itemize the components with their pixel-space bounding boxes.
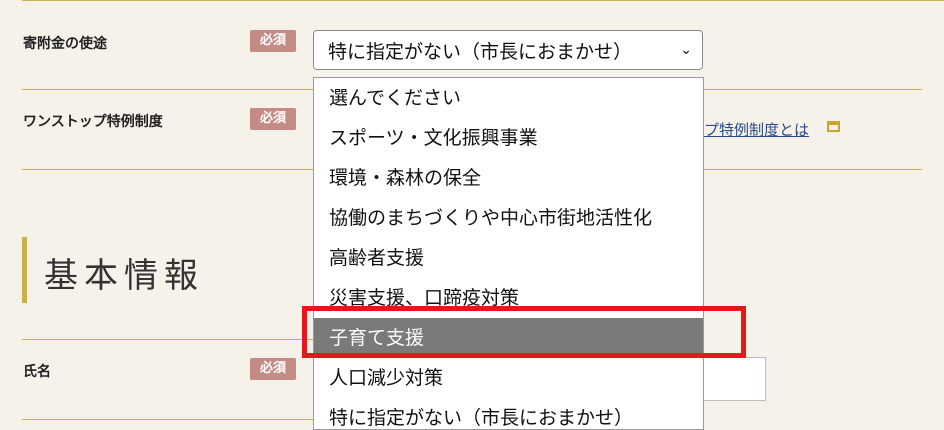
required-badge: 必須 xyxy=(250,30,296,52)
name-label: 氏名 xyxy=(23,364,51,380)
divider xyxy=(22,89,313,90)
dropdown-option[interactable]: 環境・森林の保全 xyxy=(314,158,703,198)
dropdown-option[interactable]: 選んでください xyxy=(314,78,703,118)
section-accent-bar xyxy=(22,237,27,303)
divider xyxy=(22,169,313,170)
required-badge: 必須 xyxy=(250,108,296,130)
usage-label: 寄附金の使途 xyxy=(23,36,107,52)
dropdown-option[interactable]: 高齢者支援 xyxy=(314,238,703,278)
onestop-label: ワンストップ特例制度 xyxy=(23,114,163,130)
section-title: 基本情報 xyxy=(44,256,204,296)
external-window-icon[interactable] xyxy=(827,121,840,132)
usage-select-value: 特に指定がない（市長におまかせ） xyxy=(328,40,633,63)
dropdown-option[interactable]: 人口減少対策 xyxy=(314,358,703,398)
annotation-highlight-box xyxy=(302,306,746,358)
divider xyxy=(22,419,313,420)
chevron-down-icon: ⌄ xyxy=(680,42,692,58)
dropdown-option[interactable]: スポーツ・文化振興事業 xyxy=(314,118,703,158)
divider xyxy=(704,89,922,90)
onestop-info-link[interactable]: プ特例制度とは xyxy=(704,119,809,140)
divider xyxy=(22,0,944,1)
dropdown-option[interactable]: 特に指定がない（市長におまかせ） xyxy=(314,398,703,429)
divider xyxy=(22,339,313,340)
name-input[interactable] xyxy=(704,357,766,401)
dropdown-option[interactable]: 協働のまちづくりや中心市街地活性化 xyxy=(314,198,703,238)
usage-select[interactable]: 特に指定がない（市長におまかせ） ⌄ xyxy=(313,30,703,70)
usage-dropdown-list[interactable]: 選んでください スポーツ・文化振興事業 環境・森林の保全 協働のまちづくりや中心… xyxy=(313,77,704,430)
divider xyxy=(704,169,922,170)
required-badge: 必須 xyxy=(250,358,296,380)
